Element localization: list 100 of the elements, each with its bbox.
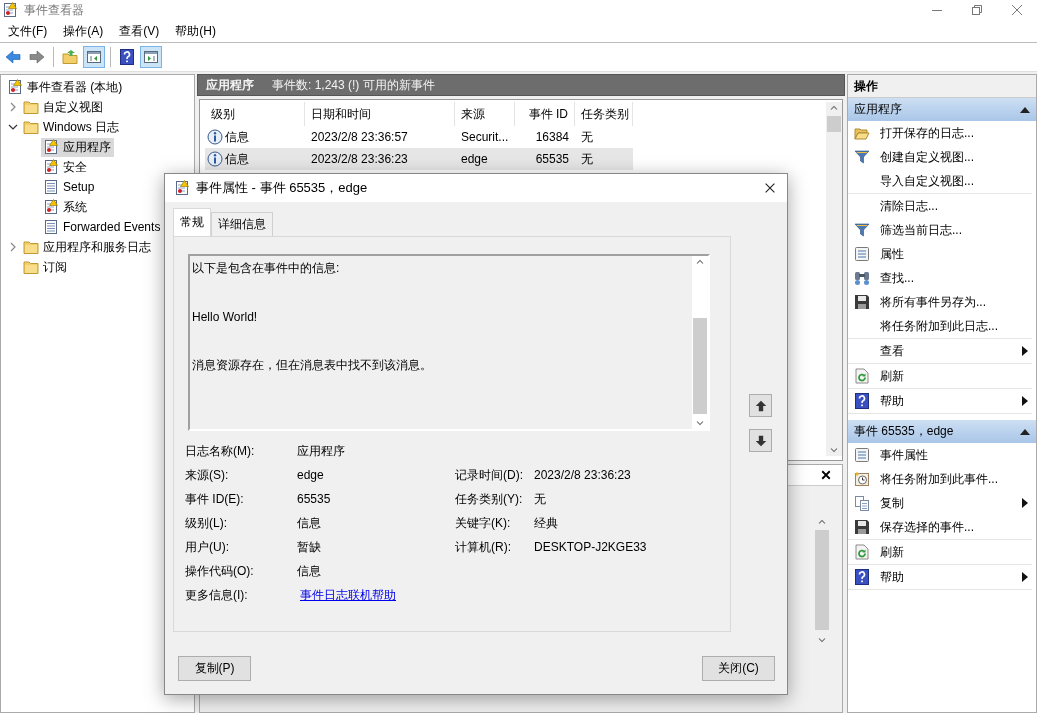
caret-icon[interactable] (1020, 106, 1030, 113)
binoculars-icon (854, 270, 870, 286)
close-icon[interactable] (763, 181, 777, 195)
tree-item[interactable]: 订阅 (21, 257, 70, 277)
menu-item[interactable]: 帮助(H) (173, 20, 224, 42)
table-cell-text: 65535 (534, 151, 570, 168)
menu-item[interactable]: 文件(F) (6, 20, 56, 42)
pane-title: 应用程序 (206, 76, 254, 94)
table-cell: 信息 (205, 148, 305, 170)
action-item[interactable]: 清除日志... (848, 194, 1032, 218)
action-item[interactable]: 刷新 (848, 364, 1032, 388)
help-link[interactable]: 事件日志联机帮助 (297, 586, 396, 604)
scroll-thumb[interactable] (827, 116, 841, 132)
copy-icon (854, 495, 870, 511)
scroll-thumb[interactable] (693, 318, 707, 414)
action-item[interactable]: 事件属性 (848, 443, 1032, 467)
field-label: 用户(U): (185, 538, 230, 556)
field-value: 65535 (297, 491, 332, 508)
folder-icon (23, 239, 39, 255)
log-icon (43, 179, 59, 195)
action-item[interactable]: 查看 (848, 339, 1032, 363)
table-cell-text: 2023/2/8 23:36:23 (310, 151, 409, 168)
action-item[interactable]: 帮助 (848, 389, 1032, 413)
field-value: 暂缺 (297, 538, 322, 556)
column-header[interactable]: 日期和时间 (305, 102, 455, 126)
next-event-button[interactable] (749, 429, 772, 452)
field-label: 事件 ID(E): (185, 490, 245, 508)
tree-item[interactable]: 系统 (41, 197, 90, 217)
action-item[interactable]: 帮助 (848, 565, 1032, 589)
event-count: 事件数: 1,243 (!) 可用的新事件 (272, 76, 435, 94)
previous-event-button[interactable] (749, 394, 772, 417)
folder-icon (23, 259, 39, 275)
table-cell-text: Securit... (460, 129, 510, 146)
tree-item[interactable]: Setup (41, 178, 98, 196)
close-icon[interactable] (820, 469, 832, 481)
action-item[interactable]: 保存选择的事件... (848, 515, 1032, 539)
action-item[interactable]: 将所有事件另存为... (848, 290, 1032, 314)
tree-item[interactable]: 应用程序 (41, 137, 114, 157)
menu-item[interactable]: 操作(A) (61, 20, 112, 42)
tree-item[interactable]: Windows 日志 (21, 117, 122, 137)
help-icon (854, 393, 870, 409)
toolbar-button[interactable] (140, 46, 162, 68)
restore-icon[interactable] (971, 4, 983, 16)
field-value: DESKTOP-J2KGE33 (534, 539, 648, 556)
tree-item[interactable]: 自定义视图 (21, 97, 106, 117)
menu-item[interactable]: 查看(V) (117, 20, 168, 42)
folder-icon (854, 125, 870, 141)
scrollbar[interactable] (826, 102, 842, 456)
tab[interactable]: 常规 (173, 208, 211, 236)
folder-icon (23, 99, 39, 115)
log-icon (43, 219, 59, 235)
refresh-icon (854, 544, 870, 560)
action-item[interactable]: 筛选当前日志... (848, 218, 1032, 242)
folder-icon (62, 49, 78, 65)
submenu-arrow-icon (1022, 396, 1028, 406)
log-icon (43, 139, 59, 155)
action-item[interactable]: 打开保存的日志... (848, 121, 1032, 145)
table-row[interactable]: 信息 2023/2/8 23:36:23 edge 65535 无 (205, 148, 633, 170)
field-value: 应用程序 (297, 442, 346, 460)
dialog-button[interactable]: 复制(P) (178, 656, 251, 681)
tree-item[interactable]: Forwarded Events (41, 218, 164, 236)
tree-item[interactable]: 事件查看器 (本地) (5, 77, 126, 97)
table-cell-text: 无 (580, 150, 594, 168)
column-header[interactable]: 事件 ID (515, 102, 575, 126)
scroll-thumb[interactable] (815, 530, 829, 630)
refresh-icon (854, 368, 870, 384)
section-header[interactable]: 应用程序 (848, 98, 1036, 121)
log-icon (174, 180, 190, 196)
log-icon (43, 159, 59, 175)
column-header[interactable]: 来源 (455, 102, 515, 126)
action-item[interactable]: 复制 (848, 491, 1032, 515)
dialog-button[interactable]: 关闭(C) (702, 656, 775, 681)
section-header[interactable]: 事件 65535，edge (848, 420, 1036, 443)
action-item[interactable]: 创建自定义视图... (848, 145, 1032, 169)
action-item[interactable]: 属性 (848, 242, 1032, 266)
dialog-title: 事件属性 - 事件 65535，edge (196, 179, 368, 197)
back-arrow-icon (5, 49, 21, 65)
caret-icon[interactable] (1020, 428, 1030, 435)
action-item[interactable]: 将任务附加到此日志... (848, 314, 1032, 338)
message-text: 消息资源存在，但在消息表中找不到该消息。 (192, 357, 433, 374)
action-item[interactable]: 将任务附加到此事件... (848, 467, 1032, 491)
scrollbar[interactable] (692, 256, 708, 429)
table-cell-text: 无 (580, 128, 594, 146)
action-item[interactable]: 导入自定义视图... (848, 169, 1032, 193)
field-label: 级别(L): (185, 514, 228, 532)
column-header[interactable]: 级别 (205, 102, 305, 126)
tab[interactable]: 详细信息 (211, 212, 273, 236)
properties-icon (854, 447, 870, 463)
log-icon (7, 79, 23, 95)
field-label: 记录时间(D): (455, 466, 524, 484)
field-value: 信息 (297, 562, 322, 580)
column-header[interactable]: 任务类别 (575, 102, 633, 126)
action-item[interactable]: 查找... (848, 266, 1032, 290)
action-item[interactable]: 刷新 (848, 540, 1032, 564)
tree-item[interactable]: 安全 (41, 157, 90, 177)
table-row[interactable]: 信息 2023/2/8 23:36:57 Securit... 16384 无 (205, 126, 633, 148)
toolbar-button[interactable] (83, 46, 105, 68)
submenu-arrow-icon (1022, 572, 1028, 582)
tree-item[interactable]: 应用程序和服务日志 (21, 237, 154, 257)
clock-icon (854, 471, 870, 487)
